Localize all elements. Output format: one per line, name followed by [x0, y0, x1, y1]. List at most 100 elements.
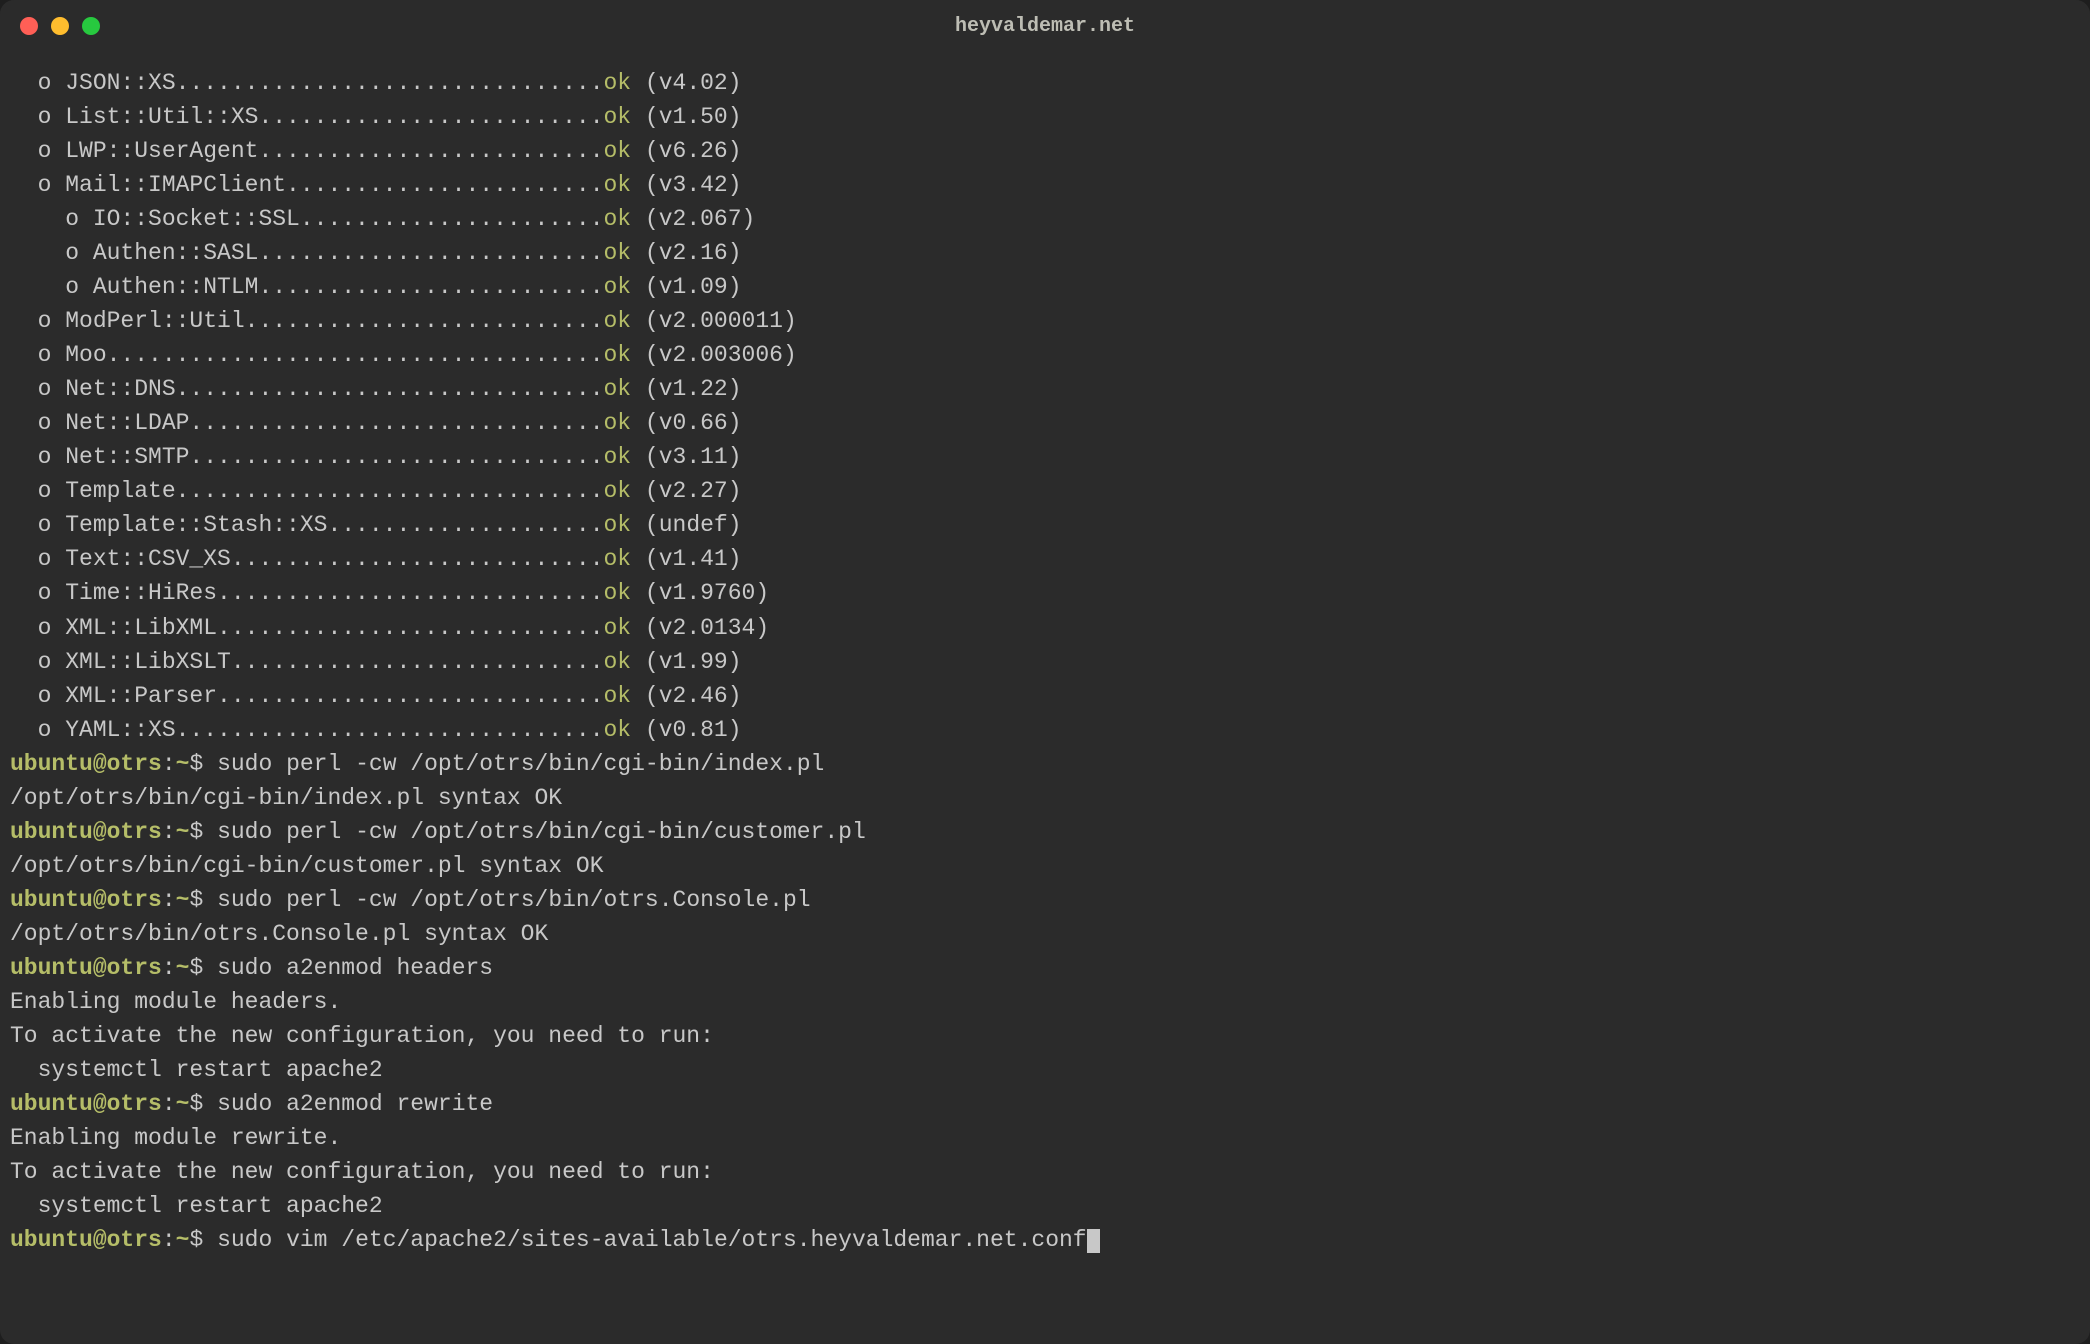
command-text: sudo perl -cw /opt/otrs/bin/cgi-bin/inde… [217, 751, 824, 777]
module-version: (v1.99) [645, 649, 742, 675]
prompt-line: ubuntu@otrs:~$ sudo perl -cw /opt/otrs/b… [10, 883, 2080, 917]
status-ok: ok [604, 615, 632, 641]
prompt-symbol: $ [189, 955, 217, 981]
prompt-line: ubuntu@otrs:~$ sudo a2enmod headers [10, 951, 2080, 985]
terminal-output[interactable]: o JSON::XS..............................… [0, 52, 2090, 1344]
prompt-user: ubuntu@otrs [10, 819, 162, 845]
close-icon[interactable] [20, 17, 38, 35]
status-ok: ok [604, 206, 632, 232]
module-line: o XML::LibXML...........................… [10, 611, 2080, 645]
prompt-sep: : [162, 887, 176, 913]
prompt-path: ~ [176, 1091, 190, 1117]
command-text: sudo a2enmod rewrite [217, 1091, 493, 1117]
prompt-user: ubuntu@otrs [10, 955, 162, 981]
module-version: (v6.26) [645, 138, 742, 164]
status-ok: ok [604, 444, 632, 470]
prompt-user: ubuntu@otrs [10, 1091, 162, 1117]
prompt-user: ubuntu@otrs [10, 1227, 162, 1253]
status-ok: ok [604, 410, 632, 436]
module-version: (v1.09) [645, 274, 742, 300]
module-version: (v2.000011) [645, 308, 797, 334]
module-version: (v1.50) [645, 104, 742, 130]
module-line: o XML::LibXSLT..........................… [10, 645, 2080, 679]
output-line: /opt/otrs/bin/otrs.Console.pl syntax OK [10, 917, 2080, 951]
module-version: (v2.46) [645, 683, 742, 709]
status-ok: ok [604, 172, 632, 198]
status-ok: ok [604, 546, 632, 572]
module-line: o Text::CSV_XS..........................… [10, 542, 2080, 576]
status-ok: ok [604, 138, 632, 164]
module-line: o YAML::XS..............................… [10, 713, 2080, 747]
status-ok: ok [604, 274, 632, 300]
module-version: (v0.81) [645, 717, 742, 743]
command-text: sudo vim /etc/apache2/sites-available/ot… [217, 1227, 1087, 1253]
maximize-icon[interactable] [82, 17, 100, 35]
prompt-line: ubuntu@otrs:~$ sudo perl -cw /opt/otrs/b… [10, 815, 2080, 849]
output-line: Enabling module headers. [10, 985, 2080, 1019]
output-line: To activate the new configuration, you n… [10, 1155, 2080, 1189]
output-line: systemctl restart apache2 [10, 1189, 2080, 1223]
module-version: (v2.16) [645, 240, 742, 266]
status-ok: ok [604, 717, 632, 743]
command-text: sudo perl -cw /opt/otrs/bin/cgi-bin/cust… [217, 819, 866, 845]
module-line: o Net::SMTP.............................… [10, 440, 2080, 474]
titlebar[interactable]: heyvaldemar.net [0, 0, 2090, 52]
module-line: o LWP::UserAgent........................… [10, 134, 2080, 168]
status-ok: ok [604, 512, 632, 538]
prompt-path: ~ [176, 819, 190, 845]
prompt-symbol: $ [189, 1091, 217, 1117]
window-title: heyvaldemar.net [955, 15, 1135, 38]
module-line: o ModPerl::Util.........................… [10, 304, 2080, 338]
prompt-sep: : [162, 751, 176, 777]
module-version: (v3.42) [645, 172, 742, 198]
module-version: (v1.9760) [645, 580, 769, 606]
prompt-user: ubuntu@otrs [10, 751, 162, 777]
prompt-symbol: $ [189, 887, 217, 913]
module-line: o Authen::SASL.........................o… [10, 236, 2080, 270]
module-version: (v2.003006) [645, 342, 797, 368]
cursor [1087, 1229, 1100, 1253]
module-version: (v1.22) [645, 376, 742, 402]
module-line: o Net::LDAP.............................… [10, 406, 2080, 440]
minimize-icon[interactable] [51, 17, 69, 35]
terminal-window: heyvaldemar.net o JSON::XS..............… [0, 0, 2090, 1344]
prompt-line: ubuntu@otrs:~$ sudo vim /etc/apache2/sit… [10, 1223, 2080, 1257]
module-line: o IO::Socket::SSL......................o… [10, 202, 2080, 236]
prompt-line: ubuntu@otrs:~$ sudo a2enmod rewrite [10, 1087, 2080, 1121]
status-ok: ok [604, 580, 632, 606]
module-version: (v2.067) [645, 206, 755, 232]
module-line: o XML::Parser...........................… [10, 679, 2080, 713]
output-line: Enabling module rewrite. [10, 1121, 2080, 1155]
output-line: systemctl restart apache2 [10, 1053, 2080, 1087]
module-version: (undef) [645, 512, 742, 538]
prompt-path: ~ [176, 887, 190, 913]
prompt-user: ubuntu@otrs [10, 887, 162, 913]
window-controls [20, 17, 100, 35]
module-line: o Time::HiRes...........................… [10, 576, 2080, 610]
status-ok: ok [604, 342, 632, 368]
command-text: sudo perl -cw /opt/otrs/bin/otrs.Console… [217, 887, 811, 913]
output-line: /opt/otrs/bin/cgi-bin/index.pl syntax OK [10, 781, 2080, 815]
status-ok: ok [604, 70, 632, 96]
status-ok: ok [604, 308, 632, 334]
module-version: (v0.66) [645, 410, 742, 436]
module-version: (v3.11) [645, 444, 742, 470]
module-line: o List::Util::XS........................… [10, 100, 2080, 134]
module-version: (v1.41) [645, 546, 742, 572]
prompt-line: ubuntu@otrs:~$ sudo perl -cw /opt/otrs/b… [10, 747, 2080, 781]
status-ok: ok [604, 376, 632, 402]
prompt-path: ~ [176, 1227, 190, 1253]
status-ok: ok [604, 649, 632, 675]
output-line: To activate the new configuration, you n… [10, 1019, 2080, 1053]
status-ok: ok [604, 240, 632, 266]
status-ok: ok [604, 104, 632, 130]
prompt-symbol: $ [189, 1227, 217, 1253]
prompt-sep: : [162, 955, 176, 981]
module-version: (v2.27) [645, 478, 742, 504]
prompt-sep: : [162, 1091, 176, 1117]
module-line: o Authen::NTLM.........................o… [10, 270, 2080, 304]
status-ok: ok [604, 683, 632, 709]
prompt-sep: : [162, 819, 176, 845]
prompt-symbol: $ [189, 751, 217, 777]
prompt-path: ~ [176, 955, 190, 981]
